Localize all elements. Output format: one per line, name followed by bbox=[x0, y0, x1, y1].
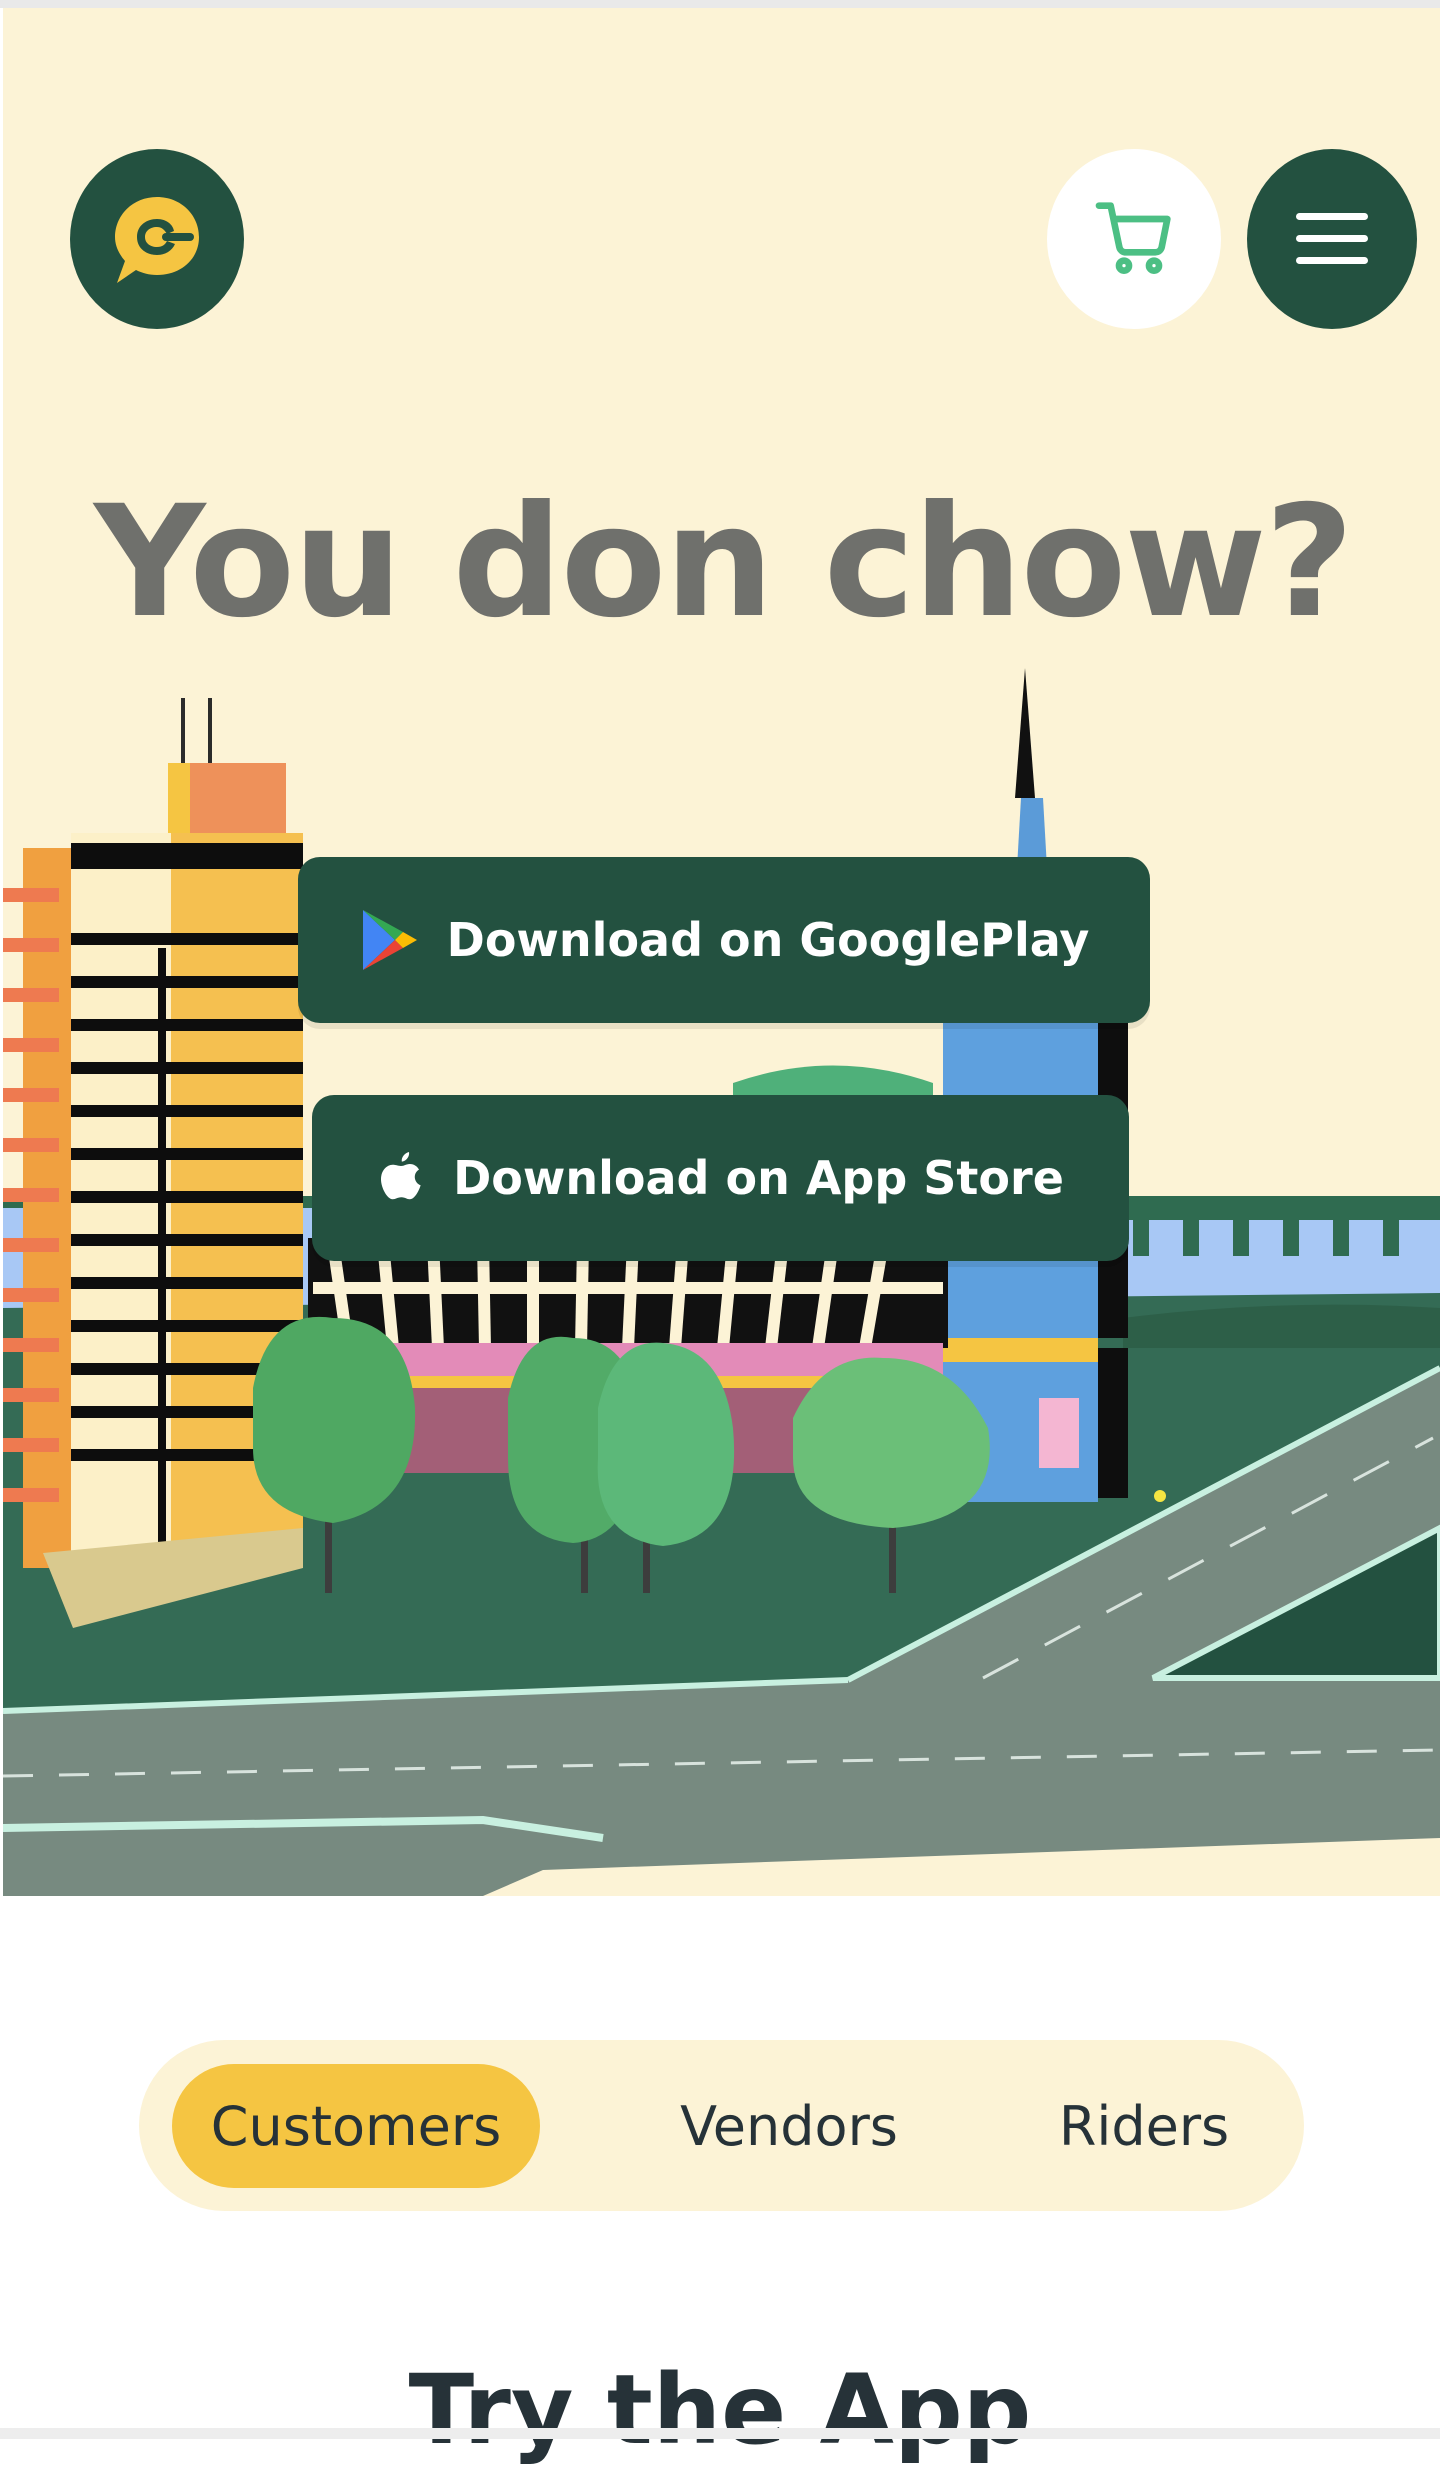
tab-vendors[interactable]: Vendors bbox=[629, 2064, 949, 2188]
bottom-edge bbox=[0, 2428, 1440, 2439]
top-edge bbox=[0, 0, 1440, 8]
audience-tabs: Customers Vendors Riders bbox=[139, 2040, 1304, 2211]
hero-headline: You don chow? bbox=[93, 473, 1354, 652]
appstore-download-button[interactable]: Download on App Store bbox=[312, 1095, 1129, 1261]
chat-bubble-logo-icon bbox=[115, 197, 199, 283]
hamburger-menu-icon bbox=[1296, 213, 1368, 264]
section-title: Try the App bbox=[408, 2354, 1032, 2466]
shopping-cart-icon bbox=[1095, 202, 1171, 274]
google-play-icon bbox=[362, 910, 417, 970]
logo-button[interactable] bbox=[70, 149, 244, 329]
hero-section: You don chow? Download on GooglePlay Dow… bbox=[3, 8, 1440, 1896]
cart-button[interactable] bbox=[1047, 149, 1221, 329]
menu-button[interactable] bbox=[1247, 149, 1417, 329]
tab-customers[interactable]: Customers bbox=[172, 2064, 540, 2188]
googleplay-label: Download on GooglePlay bbox=[446, 913, 1090, 967]
tab-riders[interactable]: Riders bbox=[1019, 2064, 1269, 2188]
googleplay-download-button[interactable]: Download on GooglePlay bbox=[298, 857, 1150, 1023]
apple-icon bbox=[381, 1152, 421, 1200]
appstore-label: Download on App Store bbox=[453, 1151, 1064, 1205]
